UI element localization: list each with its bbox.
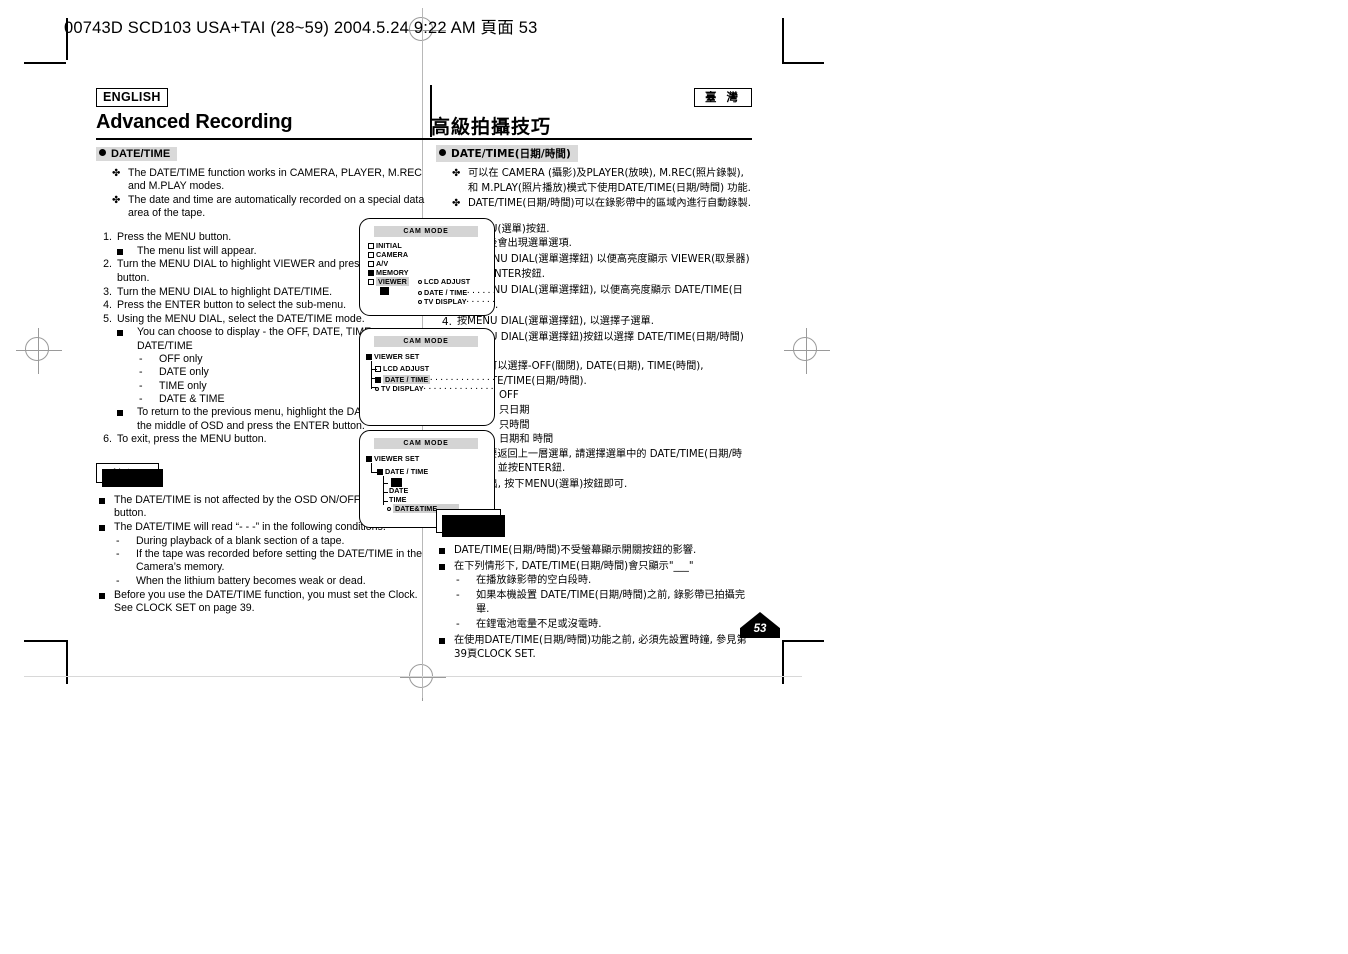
list-item: - 在播放錄影帶的空白段時. bbox=[456, 575, 592, 587]
square-bullet-icon bbox=[99, 525, 105, 532]
folder-icon bbox=[377, 469, 383, 475]
left-section-title: DATE/TIME bbox=[111, 148, 171, 160]
square-bullet-icon bbox=[99, 593, 105, 600]
osd-cursor-block bbox=[380, 287, 389, 295]
crop-mark-bottom-right bbox=[778, 640, 824, 686]
bullet-dot-icon bbox=[439, 149, 446, 156]
right-notes-conditions: - 在播放錄影帶的空白段時. - 如果本機設置 DATE/TIME(日期/時間)之前… bbox=[454, 574, 752, 632]
club-bullet-icon: ✤ bbox=[112, 195, 121, 207]
list-item: -只時間 bbox=[479, 419, 530, 431]
list-item: ✤ DATE/TIME(日期/時間)可以在錄影帶中的區域內進行自動錄製. bbox=[452, 197, 752, 212]
left-notes-conditions: - During playback of a blank section of a… bbox=[114, 535, 426, 588]
list-item: The DATE/TIME will read “- - -” in the f… bbox=[96, 521, 426, 588]
square-bullet-icon bbox=[117, 410, 123, 417]
folder-icon bbox=[368, 252, 374, 258]
osd-tree-line bbox=[383, 492, 388, 493]
print-slug: 00743D SCD103 USA+TAI (28~59) 2004.5.24 … bbox=[64, 19, 538, 37]
list-item: DATE/TIME(日期/時間)不受螢幕顯示開關按鈕的影響. bbox=[436, 544, 752, 559]
club-bullet-icon: ✤ bbox=[112, 168, 121, 179]
club-bullet-icon: ✤ bbox=[452, 168, 461, 179]
list-item: - If the tape was recorded before setting… bbox=[116, 548, 422, 574]
square-bullet-icon bbox=[439, 547, 445, 554]
right-step1-sub: 之後會出現選單選項. bbox=[457, 237, 752, 252]
radio-dot-icon bbox=[418, 280, 422, 284]
list-item: 在下列情形下, DATE/TIME(日期/時間)會只顯示"___" - 在播放錄影… bbox=[436, 560, 752, 633]
osd-tree-line bbox=[383, 483, 388, 484]
left-section-heading: DATE/TIME bbox=[96, 147, 178, 161]
list-item: ✤ The DATE/TIME function works in CAMERA,… bbox=[112, 167, 422, 193]
notes-tag: 注 意 bbox=[436, 508, 504, 537]
square-bullet-icon bbox=[99, 497, 105, 504]
folder-icon bbox=[368, 270, 374, 276]
radio-dot-icon bbox=[418, 300, 422, 304]
page-title-chinese: 高級拍攝技巧 bbox=[431, 116, 552, 138]
page-title-english: Advanced Recording bbox=[96, 111, 293, 133]
square-bullet-icon bbox=[439, 637, 445, 644]
folder-icon bbox=[368, 261, 374, 267]
bottom-guide-line bbox=[24, 676, 802, 677]
registration-mark-left bbox=[16, 328, 62, 374]
folder-icon bbox=[366, 354, 372, 360]
list-item: - During playback of a blank section of a… bbox=[116, 534, 345, 547]
list-item: ✤ 可以在 CAMERA (攝影)及PLAYER(放映), M.REC(照片錄製)… bbox=[452, 168, 751, 194]
manual-page: 00743D SCD103 USA+TAI (28~59) 2004.5.24 … bbox=[0, 0, 1348, 954]
notes-tag: Notes bbox=[96, 462, 163, 487]
bullet-dot-icon bbox=[99, 149, 106, 156]
folder-icon bbox=[366, 456, 372, 462]
list-item: - 如果本機設置 DATE/TIME(日期/時間)之前, 錄影帶已拍攝完畢. bbox=[456, 589, 746, 616]
square-bullet-icon bbox=[117, 330, 123, 337]
list-item: Before you use the DATE/TIME function, y… bbox=[96, 589, 426, 616]
list-item: - 在鋰電池電量不足或沒電時. bbox=[456, 618, 602, 630]
right-notes-list: DATE/TIME(日期/時間)不受螢幕顯示開關按鈕的影響. 在下列情形下, D… bbox=[436, 544, 752, 663]
right-step5-sub: 您可以選擇-OFF(關閉), DATE(日期), TIME(時間), DATE/… bbox=[457, 360, 752, 477]
club-bullet-icon: ✤ bbox=[452, 198, 461, 210]
language-badge: ENGLISH bbox=[96, 88, 168, 108]
osd-tree-line bbox=[383, 501, 388, 502]
crop-mark-top-right bbox=[778, 18, 824, 64]
right-section-title: DATE/TIME(日期/時間) bbox=[451, 148, 571, 160]
folder-icon bbox=[368, 243, 374, 249]
osd-screen-main-menu: CAM MODE INITIAL CAMERA A/V MEMORY VIEWE… bbox=[359, 218, 495, 316]
region-badge: 臺 灣 bbox=[693, 88, 752, 108]
osd-cam-mode-label: CAM MODE bbox=[374, 226, 478, 237]
osd-screen-viewer-set: CAM MODE VIEWER SET LCD ADJUST DATE / TI… bbox=[359, 328, 495, 426]
list-item: 在使用DATE/TIME(日期/時間)功能之前, 必須先設置時鐘, 參見第39頁… bbox=[436, 634, 752, 663]
list-item: - When the lithium battery becomes weak o… bbox=[116, 574, 366, 587]
square-bullet-icon bbox=[439, 563, 445, 570]
header-rule bbox=[96, 138, 752, 141]
radio-dot-icon bbox=[418, 291, 422, 295]
radio-dot-icon bbox=[375, 387, 379, 391]
column-divider bbox=[430, 85, 432, 137]
list-item: 若要返回上一層選單, 請選擇選單中的 DATE/TIME(日期/時間), 並按E… bbox=[457, 448, 752, 477]
list-item: -OFF bbox=[479, 390, 519, 402]
radio-dot-icon bbox=[387, 507, 391, 511]
registration-mark-right bbox=[784, 328, 830, 374]
crop-mark-bottom-left bbox=[24, 640, 70, 686]
list-item: ✤ The date and time are automatically rec… bbox=[112, 194, 425, 220]
left-intro-list: ✤ The DATE/TIME function works in CAMERA,… bbox=[112, 167, 426, 220]
right-section-heading: DATE/TIME(日期/時間) bbox=[436, 145, 578, 162]
list-item: 您可以選擇-OFF(關閉), DATE(日期), TIME(時間), DATE/… bbox=[457, 360, 752, 448]
osd-cam-mode-label: CAM MODE bbox=[374, 438, 478, 449]
folder-icon bbox=[375, 366, 381, 372]
right-step5-options: -OFF -只日期 -只時間 -日期和 時間 bbox=[477, 389, 752, 447]
osd-tree-line bbox=[371, 361, 372, 389]
list-item: -日期和 時間 bbox=[479, 434, 554, 446]
list-item: -只日期 bbox=[479, 404, 530, 416]
folder-icon bbox=[368, 279, 374, 285]
right-intro-list: ✤ 可以在 CAMERA (攝影)及PLAYER(放映), M.REC(照片錄製)… bbox=[452, 167, 752, 212]
list-item: 之後會出現選單選項. bbox=[457, 237, 752, 252]
right-notes-block: 注 意 DATE/TIME(日期/時間)不受螢幕顯示開關按鈕的影響. 在下列情形… bbox=[436, 508, 752, 663]
square-bullet-icon bbox=[117, 248, 123, 255]
osd-cam-mode-label: CAM MODE bbox=[374, 336, 478, 347]
